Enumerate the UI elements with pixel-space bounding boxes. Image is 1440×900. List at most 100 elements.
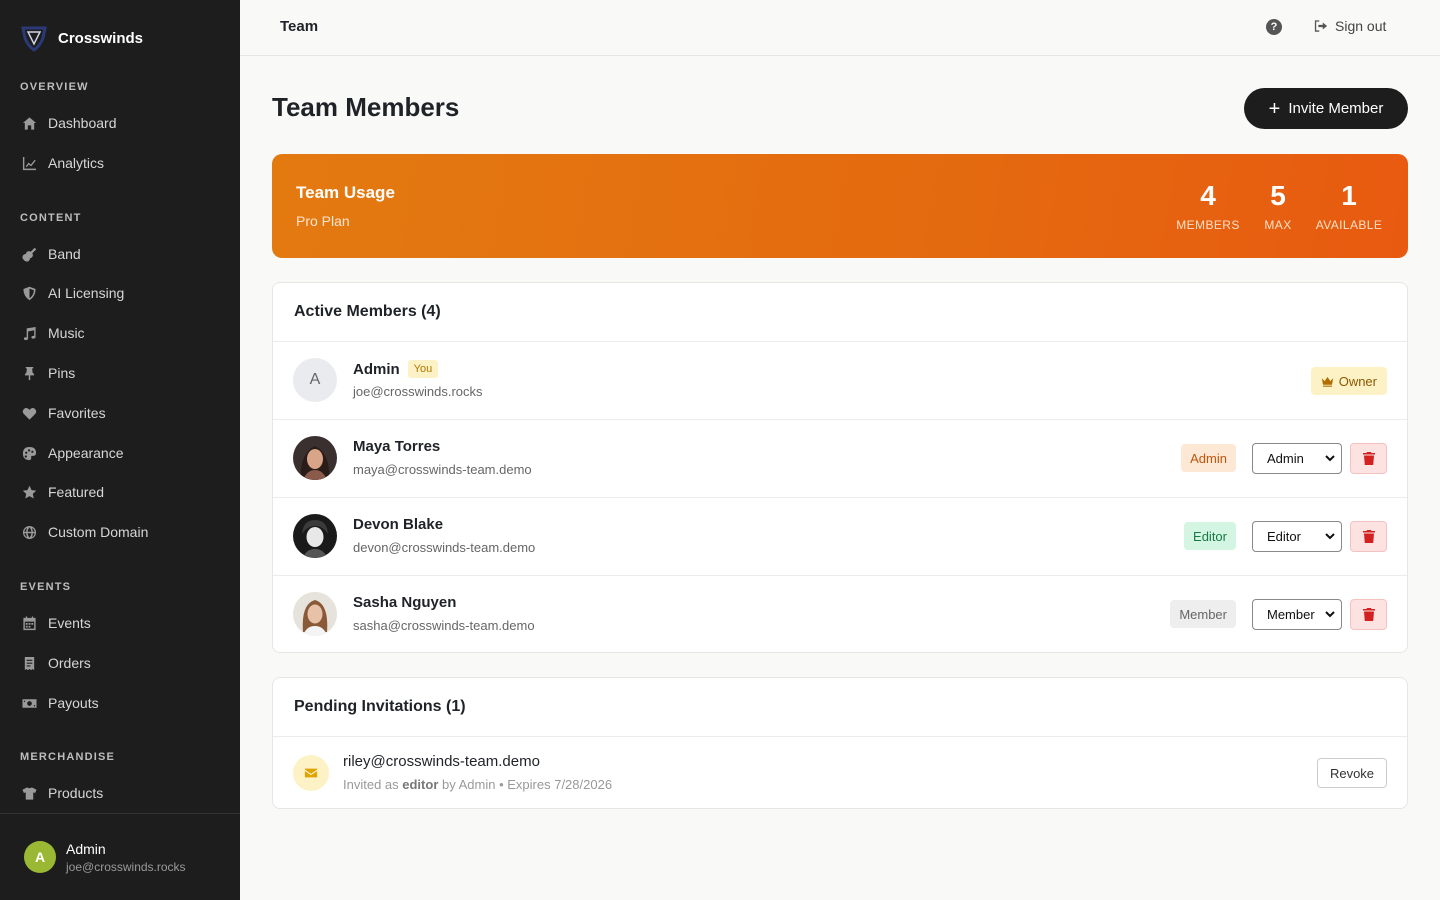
globe-icon — [20, 523, 38, 541]
sidebar-item-appearance[interactable]: Appearance — [20, 439, 220, 467]
section-title-merchandise: MERCHANDISE — [20, 751, 116, 763]
sidebar-item-label: Payouts — [48, 695, 99, 711]
sidebar-item-label: Dashboard — [48, 115, 117, 131]
current-user[interactable]: A Admin joe@crosswinds.rocks — [0, 813, 240, 900]
page-breadcrumb: Team — [280, 18, 319, 35]
envelope-icon — [293, 755, 329, 791]
invite-member-button[interactable]: + Invite Member — [1244, 88, 1408, 129]
brand-name: Crosswinds — [58, 29, 144, 47]
chart-line-icon — [20, 154, 38, 172]
calendar-icon — [20, 614, 38, 632]
remove-member-button[interactable] — [1350, 599, 1387, 630]
stat-label: AVAILABLE — [1315, 218, 1383, 232]
sidebar-item-payouts[interactable]: Payouts — [20, 689, 220, 717]
member-row: A Admin You joe@crosswinds.rocks Owner — [273, 342, 1407, 420]
trash-icon — [1362, 452, 1375, 465]
member-name: Maya Torres — [353, 438, 441, 455]
revoke-button[interactable]: Revoke — [1317, 758, 1387, 788]
sidebar-item-favorites[interactable]: Favorites — [20, 399, 220, 427]
stat-value: 5 — [1270, 180, 1286, 211]
avatar — [293, 592, 337, 636]
sidebar-item-events[interactable]: Events — [20, 609, 220, 637]
member-row: Devon Blake devon@crosswinds-team.demo E… — [273, 498, 1407, 576]
sign-out-button[interactable]: Sign out — [1314, 18, 1386, 34]
avatar — [293, 514, 337, 558]
sidebar-item-label: Events — [48, 615, 91, 631]
sidebar-item-label: Analytics — [48, 155, 105, 171]
avatar: A — [293, 358, 337, 402]
stat-value: 4 — [1200, 180, 1216, 211]
member-row: Maya Torres maya@crosswinds-team.demo Ad… — [273, 420, 1407, 498]
topbar: Team ? Sign out — [240, 0, 1440, 56]
invitation-email: riley@crosswinds-team.demo — [343, 753, 540, 770]
sidebar-item-label: Favorites — [48, 405, 106, 421]
user-name: Admin — [66, 841, 106, 857]
remove-member-button[interactable] — [1350, 443, 1387, 474]
member-name: Sasha Nguyen — [353, 594, 457, 611]
owner-badge: Owner — [1310, 367, 1387, 395]
sidebar-item-label: Pins — [48, 365, 76, 381]
sidebar-item-ai-licensing[interactable]: AI Licensing — [20, 279, 220, 307]
sidebar-item-label: Music — [48, 325, 85, 341]
music-note-icon — [20, 324, 38, 342]
chevron-down-icon — [1325, 455, 1335, 462]
member-email: sasha@crosswinds-team.demo — [353, 618, 535, 633]
member-email: joe@crosswinds.rocks — [353, 384, 483, 399]
money-icon — [20, 694, 38, 712]
role-badge: Member — [1170, 600, 1236, 628]
stat-value: 1 — [1341, 180, 1357, 211]
pending-invitations-header: Pending Invitations (1) — [273, 678, 1407, 737]
stat-max: 5 MAX — [1258, 180, 1298, 232]
remove-member-button[interactable] — [1350, 521, 1387, 552]
stat-label: MAX — [1264, 218, 1292, 232]
sidebar-item-label: Featured — [48, 484, 105, 500]
stat-label: MEMBERS — [1176, 218, 1240, 232]
sidebar-item-band[interactable]: Band — [20, 240, 220, 268]
role-select[interactable]: Admin — [1252, 443, 1342, 474]
section-title-content: CONTENT — [20, 212, 82, 224]
sidebar-item-products[interactable]: Products — [20, 779, 220, 807]
shirt-icon — [20, 784, 38, 802]
palette-icon — [20, 444, 38, 462]
sidebar: Crosswinds OVERVIEW Dashboard Analytics … — [0, 0, 240, 900]
sign-out-label: Sign out — [1335, 18, 1387, 34]
invitation-meta-prefix: Invited as — [343, 777, 403, 792]
page-title: Team Members — [272, 92, 460, 122]
active-members-panel: Active Members (4) A Admin You joe@cross… — [272, 282, 1408, 653]
sign-out-icon — [1314, 20, 1328, 32]
user-email: joe@crosswinds.rocks — [66, 860, 186, 874]
sidebar-item-label: Orders — [48, 655, 91, 671]
member-email: maya@crosswinds-team.demo — [353, 462, 532, 477]
sidebar-item-analytics[interactable]: Analytics — [20, 149, 220, 177]
role-select[interactable]: Editor — [1252, 521, 1342, 552]
role-select-value: Member — [1267, 607, 1315, 622]
guitar-icon — [20, 245, 38, 263]
sidebar-item-label: AI Licensing — [48, 285, 125, 301]
receipt-icon — [20, 654, 38, 672]
owner-label: Owner — [1338, 373, 1377, 389]
member-name-text: Admin — [353, 360, 400, 378]
chevron-down-icon — [1325, 533, 1335, 540]
sidebar-item-music[interactable]: Music — [20, 319, 220, 347]
stat-available: 1 AVAILABLE — [1314, 180, 1384, 232]
sidebar-item-custom-domain[interactable]: Custom Domain — [20, 518, 220, 546]
sidebar-item-pins[interactable]: Pins — [20, 359, 220, 387]
help-icon[interactable]: ? — [1266, 19, 1282, 35]
invitation-role: editor — [402, 777, 439, 792]
sidebar-item-dashboard[interactable]: Dashboard — [20, 109, 220, 137]
sidebar-item-featured[interactable]: Featured — [20, 478, 220, 506]
chevron-down-icon — [1325, 611, 1335, 618]
star-icon — [20, 483, 38, 501]
sidebar-item-orders[interactable]: Orders — [20, 649, 220, 677]
usage-title: Team Usage — [296, 183, 395, 202]
trash-icon — [1362, 530, 1375, 543]
role-select[interactable]: Member — [1252, 599, 1342, 630]
sidebar-item-label: Appearance — [48, 445, 124, 461]
member-name: Admin You — [353, 360, 439, 378]
member-email: devon@crosswinds-team.demo — [353, 540, 536, 555]
brand[interactable]: Crosswinds — [20, 24, 143, 52]
home-icon — [20, 114, 38, 132]
sidebar-item-label: Band — [48, 246, 81, 262]
section-title-events: EVENTS — [20, 581, 72, 593]
usage-plan: Pro Plan — [296, 213, 350, 229]
